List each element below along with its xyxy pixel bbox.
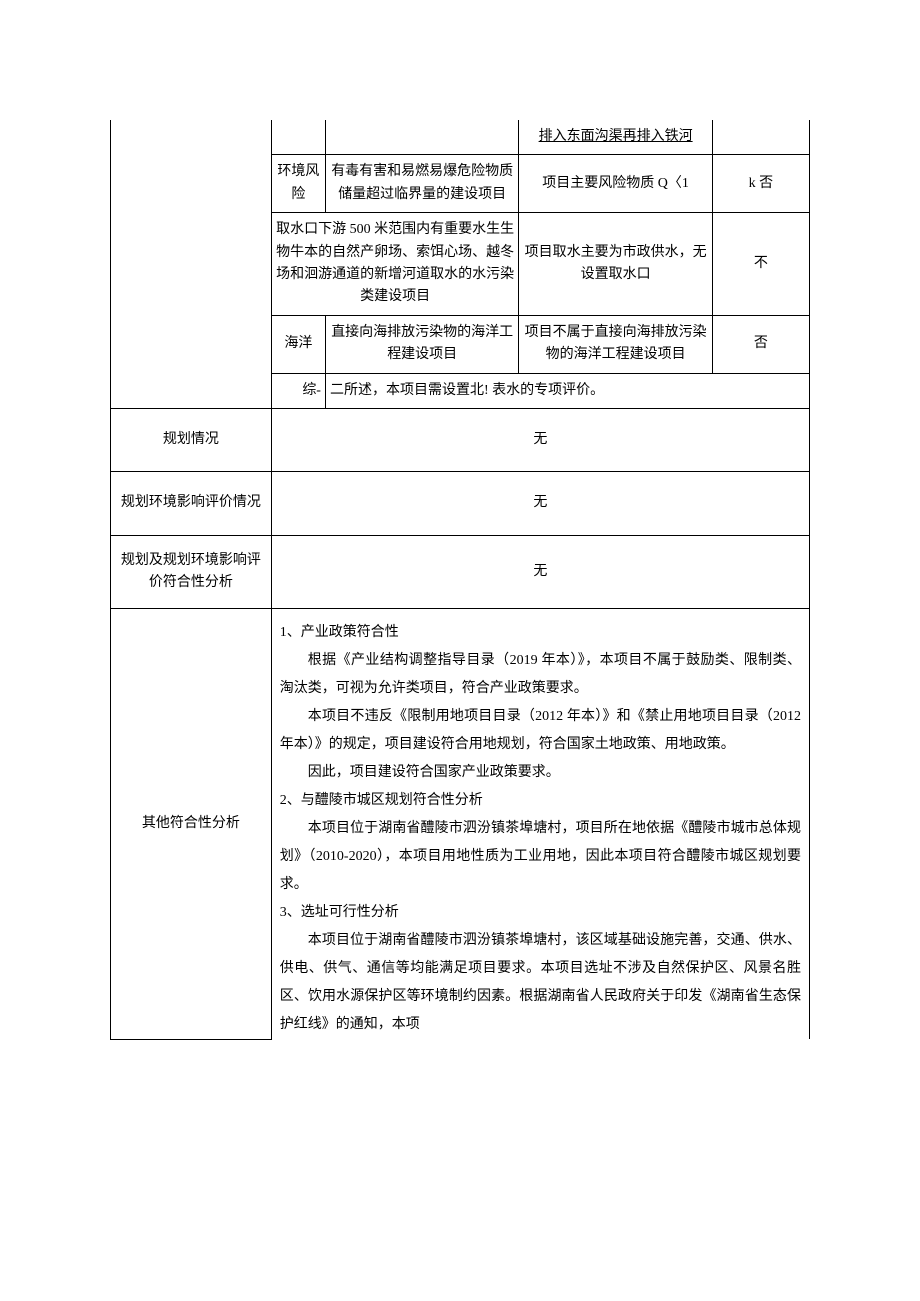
heading-policy: 1、产业政策符合性 xyxy=(280,619,801,647)
cell-category: 环境风险 xyxy=(272,155,326,213)
row-value: 无 xyxy=(271,535,809,609)
table-row: 其他符合性分析 1、产业政策符合性 根据《产业结构调整指导目录（2019 年本）… xyxy=(111,609,810,1040)
table-row: 取水口下游 500 米范围内有重要水生生物牛本的自然产卵场、索饵心场、越冬场和洄… xyxy=(272,213,809,316)
paragraph: 因此，项目建设符合国家产业政策要求。 xyxy=(280,759,801,787)
table-row: 环境风险 有毒有害和易燃易爆危险物质储量超过临界量的建设项目 项目主要风险物质 … xyxy=(272,155,809,213)
row-value: 无 xyxy=(271,472,809,535)
cell-category: 海洋 xyxy=(272,315,326,373)
heading-planning: 2、与醴陵市城区规划符合性分析 xyxy=(280,787,801,815)
other-body-cell: 1、产业政策符合性 根据《产业结构调整指导目录（2019 年本）》，本项目不属于… xyxy=(271,609,809,1040)
cell-empty xyxy=(325,120,518,155)
table-row: 排入东面沟渠再排入铁河 环境风险 有毒有害和易燃易爆危险物质储量超过临界量的建设… xyxy=(111,120,810,408)
cell-result: 否 xyxy=(712,315,809,373)
paragraph: 本项目位于湖南省醴陵市泗汾镇茶埠塘村，项目所在地依据《醴陵市城市总体规划》（20… xyxy=(280,815,801,899)
heading-site: 3、选址可行性分析 xyxy=(280,899,801,927)
cell-continuation: 排入东面沟渠再排入铁河 xyxy=(519,120,712,155)
main-table: 排入东面沟渠再排入铁河 环境风险 有毒有害和易燃易爆危险物质储量超过临界量的建设… xyxy=(110,120,810,1040)
cell-status: 项目取水主要为市政供水，无设置取水口 xyxy=(519,213,712,316)
cell-empty xyxy=(272,120,326,155)
table-row: 排入东面沟渠再排入铁河 xyxy=(272,120,809,155)
row-label: 规划情况 xyxy=(111,408,272,471)
cell-result: 不 xyxy=(712,213,809,316)
row-value: 无 xyxy=(271,408,809,471)
paragraph: 本项目位于湖南省醴陵市泗汾镇茶埠塘村，该区域基础设施完善，交通、供水、供电、供气… xyxy=(280,927,801,1039)
paragraph: 本项目不违反《限制用地项目目录（2012 年本）》和《禁止用地项目目录（2012… xyxy=(280,703,801,759)
table-row: 规划环境影响评价情况 无 xyxy=(111,472,810,535)
paragraph: 根据《产业结构调整指导目录（2019 年本）》，本项目不属于鼓励类、限制类、淘汰… xyxy=(280,647,801,703)
cell-status: 项目不属于直接向海排放污染物的海洋工程建设项目 xyxy=(519,315,712,373)
row-label-empty xyxy=(111,120,272,408)
table-row: 海洋 直接向海排放污染物的海洋工程建设项目 项目不属于直接向海排放污染物的海洋工… xyxy=(272,315,809,373)
cell-criteria: 直接向海排放污染物的海洋工程建设项目 xyxy=(325,315,518,373)
cell-status: 项目主要风险物质 Q〈1 xyxy=(519,155,712,213)
cell-result: k 否 xyxy=(712,155,809,213)
table-row: 规划情况 无 xyxy=(111,408,810,471)
row-label: 其他符合性分析 xyxy=(111,609,272,1040)
row-label: 规划及规划环境影响评价符合性分析 xyxy=(111,535,272,609)
cell-summary-text: 二所述，本项目需设置北! 表水的专项评价。 xyxy=(325,373,809,408)
table-row: 综- 二所述，本项目需设置北! 表水的专项评价。 xyxy=(272,373,809,408)
cell-empty xyxy=(712,120,809,155)
inner-wrapper: 排入东面沟渠再排入铁河 环境风险 有毒有害和易燃易爆危险物质储量超过临界量的建设… xyxy=(271,120,809,408)
cell-criteria-wide: 取水口下游 500 米范围内有重要水生生物牛本的自然产卵场、索饵心场、越冬场和洄… xyxy=(272,213,519,316)
row-label: 规划环境影响评价情况 xyxy=(111,472,272,535)
cell-summary-prefix: 综- xyxy=(272,373,326,408)
cell-criteria: 有毒有害和易燃易爆危险物质储量超过临界量的建设项目 xyxy=(325,155,518,213)
table-row: 规划及规划环境影响评价符合性分析 无 xyxy=(111,535,810,609)
inner-table: 排入东面沟渠再排入铁河 环境风险 有毒有害和易燃易爆危险物质储量超过临界量的建设… xyxy=(272,120,809,408)
